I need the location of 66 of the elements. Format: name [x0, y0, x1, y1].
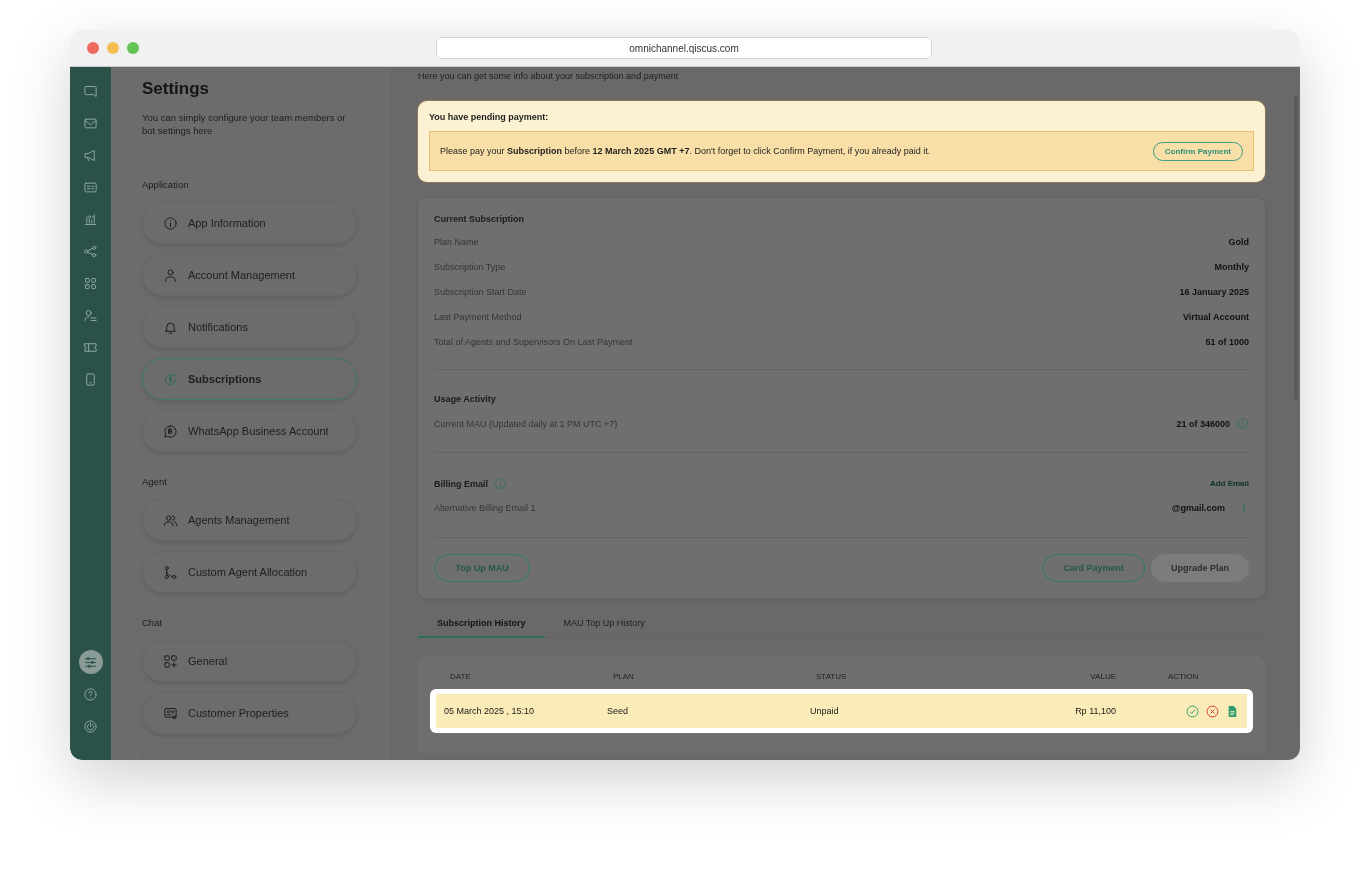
sliders-icon [83, 654, 98, 670]
banner-title: You have pending payment: [429, 112, 550, 122]
add-email-link[interactable]: Add Email [1209, 479, 1249, 488]
section-label: Chat [142, 617, 164, 628]
branch-icon [163, 564, 178, 580]
section-label: Agent [142, 476, 168, 487]
column-header: STATUS [815, 672, 848, 683]
history-tab[interactable]: MAU Top Up History [544, 618, 664, 638]
people-icon [163, 512, 178, 528]
power-icon [83, 718, 98, 734]
info-icon [494, 477, 507, 490]
page-description: Here you can get some info about your subscription and payment [418, 71, 680, 81]
close-window-button[interactable] [87, 42, 99, 54]
phone-icon [83, 371, 98, 387]
field-value: Gold [1228, 237, 1249, 247]
person-icon [163, 267, 178, 283]
person-list-icon [83, 307, 98, 323]
document-icon[interactable] [1226, 704, 1239, 718]
column-header: ACTION [1167, 672, 1200, 683]
settings-menu-item[interactable]: General [142, 640, 357, 682]
bell-icon [163, 319, 178, 335]
section-title: Usage Activity [434, 394, 497, 404]
nav-rail-item[interactable] [78, 650, 103, 674]
approve-icon[interactable] [1186, 704, 1199, 718]
address-bar[interactable]: omnichannel.qiscus.com [436, 37, 932, 59]
settings-title: Settings [142, 79, 211, 99]
grid-plus-icon [163, 653, 178, 669]
info-icon [1236, 417, 1249, 430]
column-header: DATE [449, 672, 472, 683]
settings-menu-item[interactable]: Custom Agent Allocation [142, 551, 357, 593]
settings-menu-item[interactable]: Subscriptions [142, 358, 357, 400]
chat-bubble-icon [163, 423, 178, 439]
field-value: Monthly [1214, 262, 1249, 272]
column-header: PLAN [612, 672, 635, 683]
bar-chart-icon [83, 211, 98, 227]
info-icon [163, 215, 178, 231]
envelope-icon [83, 115, 98, 131]
table-cell-text: Rp 11,100 [1074, 706, 1116, 716]
section-title: Current Subscription [434, 214, 525, 224]
maximize-window-button[interactable] [127, 42, 139, 54]
minimize-window-button[interactable] [107, 42, 119, 54]
id-card-icon [83, 179, 98, 195]
settings-menu-item[interactable]: Customer Properties [142, 692, 357, 734]
table-cell-text: Seed [606, 706, 630, 716]
chat-bubble-icon [83, 83, 98, 99]
table-cell-text: 05 March 2025 , 15:10 [443, 706, 536, 716]
column-header: VALUE [1089, 672, 1116, 683]
payment-message: Please pay your Subscription before 12 March 2025 GMT +7. Don't forget to click Confirm Payment, if you already paid it. [440, 146, 931, 156]
settings-menu-item[interactable]: Agents Management [142, 499, 357, 541]
settings-menu-item[interactable]: App Information [142, 202, 357, 244]
id-card-icon [163, 705, 178, 721]
grid-icon [83, 275, 98, 291]
history-tab[interactable]: Subscription History [418, 618, 545, 638]
settings-menu-item[interactable]: Account Management [142, 254, 357, 296]
section-label: Application [142, 179, 190, 190]
megaphone-icon [83, 147, 98, 163]
field-value: 51 of 1000 [1205, 337, 1249, 347]
settings-subtitle: You can simply configure your team members or bot settings here [142, 111, 347, 137]
table-cell-text: Unpaid [809, 706, 840, 716]
reject-icon[interactable] [1206, 704, 1219, 718]
dollar-cycle-icon [163, 371, 178, 387]
share-nodes-icon [83, 243, 98, 259]
settings-menu-item[interactable]: Notifications [142, 306, 357, 348]
section-title: Billing Email [434, 478, 488, 489]
help-icon [83, 686, 98, 702]
settings-menu-item[interactable]: WhatsApp Business Account [142, 410, 357, 452]
